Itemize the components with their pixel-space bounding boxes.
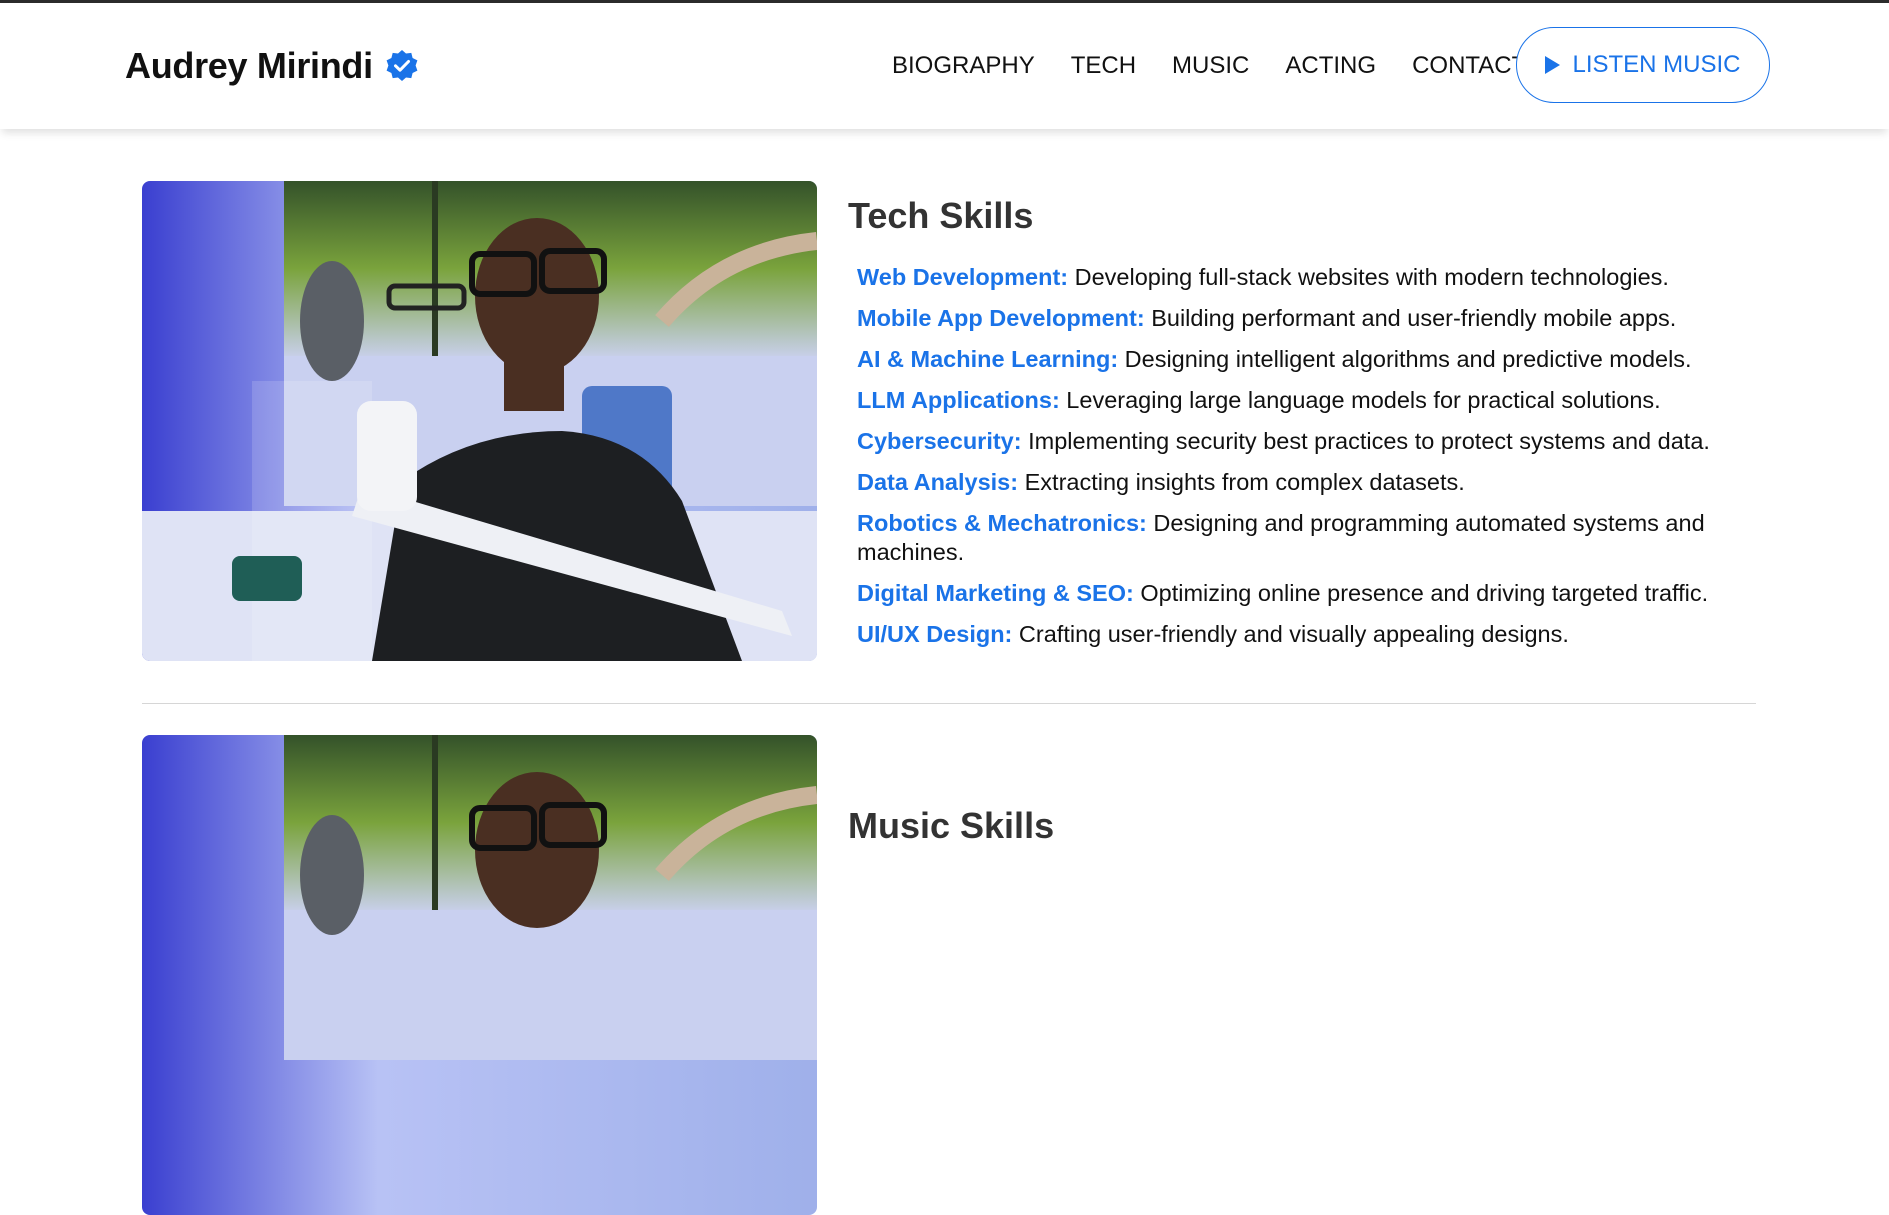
nav-tech[interactable]: TECH [1071, 52, 1136, 80]
brand-name[interactable]: Audrey Mirindi [125, 45, 373, 87]
skill-desc: Developing full-stack websites with mode… [1068, 264, 1669, 290]
main-nav: BIOGRAPHY TECH MUSIC ACTING CONTACT [892, 3, 1526, 129]
skill-item: AI & Machine Learning: Designing intelli… [857, 345, 1737, 374]
skill-desc: Extracting insights from complex dataset… [1018, 469, 1465, 495]
skill-name: Mobile App Development: [857, 305, 1145, 331]
skill-name: Data Analysis: [857, 469, 1019, 495]
skill-item: Robotics & Mechatronics: Designing and p… [857, 509, 1737, 567]
tech-portrait-photo [142, 181, 817, 661]
listen-music-button[interactable]: LISTEN MUSIC [1516, 27, 1770, 103]
site-header: Audrey Mirindi BIOGRAPHY TECH MUSIC ACTI… [0, 3, 1889, 129]
skill-item: UI/UX Design: Crafting user-friendly and… [857, 620, 1737, 649]
skill-name: Cybersecurity: [857, 428, 1022, 454]
nav-acting[interactable]: ACTING [1285, 52, 1376, 80]
skill-desc: Optimizing online presence and driving t… [1133, 580, 1709, 606]
skill-desc: Implementing security best practices to … [1021, 428, 1710, 454]
skill-name: Web Development: [857, 264, 1069, 290]
skill-item: LLM Applications: Leveraging large langu… [857, 386, 1737, 415]
skill-item: Mobile App Development: Building perform… [857, 304, 1737, 333]
skill-item: Web Development: Developing full-stack w… [857, 263, 1737, 292]
tech-skills-title: Tech Skills [848, 195, 1034, 236]
play-icon [1545, 56, 1561, 74]
nav-contact[interactable]: CONTACT [1412, 52, 1526, 80]
skill-name: AI & Machine Learning: [857, 346, 1119, 372]
nav-music[interactable]: MUSIC [1172, 52, 1249, 80]
skill-name: UI/UX Design: [857, 621, 1013, 647]
music-skills-title: Music Skills [848, 805, 1055, 846]
skill-name: Digital Marketing & SEO: [857, 580, 1134, 606]
verified-badge-icon [386, 50, 418, 81]
nav-biography[interactable]: BIOGRAPHY [892, 52, 1035, 80]
section-divider [142, 703, 1756, 704]
music-portrait-photo [142, 735, 817, 1215]
skill-desc: Leveraging large language models for pra… [1059, 387, 1661, 413]
tech-skills-list: Web Development: Developing full-stack w… [857, 263, 1737, 661]
skill-name: LLM Applications: [857, 387, 1060, 413]
brand[interactable]: Audrey Mirindi [125, 45, 419, 87]
listen-music-label: LISTEN MUSIC [1572, 51, 1741, 78]
skill-desc: Designing intelligent algorithms and pre… [1118, 346, 1692, 372]
skill-item: Digital Marketing & SEO: Optimizing onli… [857, 579, 1737, 608]
skill-item: Cybersecurity: Implementing security bes… [857, 427, 1737, 456]
skill-desc: Building performant and user-friendly mo… [1144, 305, 1677, 331]
skill-desc: Crafting user-friendly and visually appe… [1012, 621, 1569, 647]
skill-name: Robotics & Mechatronics: [857, 510, 1147, 536]
skill-item: Data Analysis: Extracting insights from … [857, 468, 1737, 497]
